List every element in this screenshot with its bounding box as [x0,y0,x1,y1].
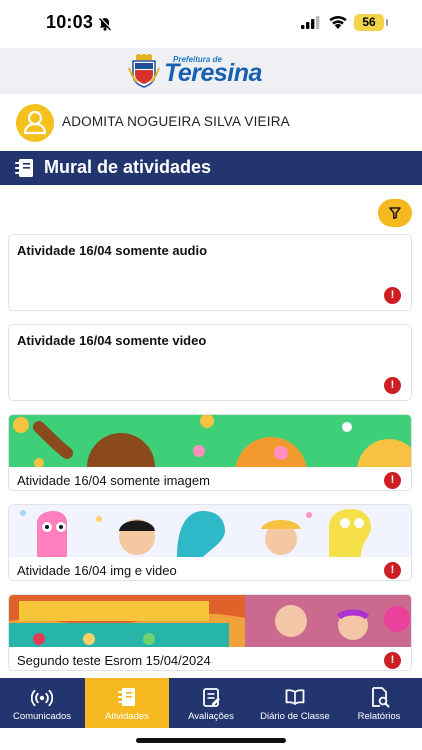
activity-title: Atividade 16/04 somente audio [17,243,208,258]
activity-card[interactable]: Atividade 16/04 img e video ! [8,504,412,581]
activity-thumbnail [9,505,411,557]
report-search-icon [372,687,390,708]
activity-title: Segundo teste Esrom 15/04/2024 [17,653,211,668]
activity-card[interactable]: Atividade 16/04 somente imagem ! [8,414,412,491]
nav-comunicados[interactable]: Comunicados [0,678,84,728]
wifi-icon [328,14,348,35]
activity-card[interactable]: Atividade 16/04 somente audio ! [8,234,412,311]
bell-muted-icon [97,16,113,37]
nav-diario-de-classe[interactable]: Diário de Classe [253,678,337,728]
activity-thumbnail [9,415,411,467]
activity-title: Atividade 16/04 somente imagem [17,473,210,488]
avatar[interactable] [16,104,54,142]
cellular-signal-icon [301,16,321,34]
activity-thumbnail [9,595,411,647]
battery-tip [386,19,388,26]
city-emblem-icon [127,54,161,95]
nav-label: Avaliações [188,711,234,722]
alert-icon: ! [384,652,401,669]
alert-icon: ! [384,287,401,304]
alert-icon: ! [384,472,401,489]
user-icon [23,110,47,135]
brand-name: Teresina [164,59,262,87]
nav-label: Relatórios [357,711,401,722]
notebook-icon [118,688,135,706]
filter-button[interactable] [378,199,412,227]
nav-label: Comunicados [12,711,72,722]
activity-title: Atividade 16/04 img e video [17,563,177,578]
status-time: 10:03 [46,12,94,32]
home-indicator[interactable] [136,738,286,743]
alert-icon: ! [384,377,401,394]
filter-icon [389,207,401,219]
alert-icon: ! [384,562,401,579]
book-icon [285,689,305,705]
battery-indicator: 56 [354,14,384,31]
nav-label: Atividades [105,711,149,722]
nav-atividades[interactable]: Atividades [85,678,169,728]
user-name: ADOMITA NOGUEIRA SILVA VIEIRA [62,114,290,129]
nav-relatorios[interactable]: Relatórios [337,678,421,728]
activity-title: Atividade 16/04 somente video [17,333,207,348]
activity-card[interactable]: Segundo teste Esrom 15/04/2024 ! [8,594,412,671]
section-title: Mural de atividades [44,157,212,177]
activity-card[interactable]: Atividade 16/04 somente video ! [8,324,412,401]
clipboard-icon [203,688,220,707]
nav-label: Diário de Classe [260,711,330,722]
nav-avaliacoes[interactable]: Avaliações [169,678,253,728]
broadcast-icon [31,689,53,707]
notebook-icon [14,158,36,183]
